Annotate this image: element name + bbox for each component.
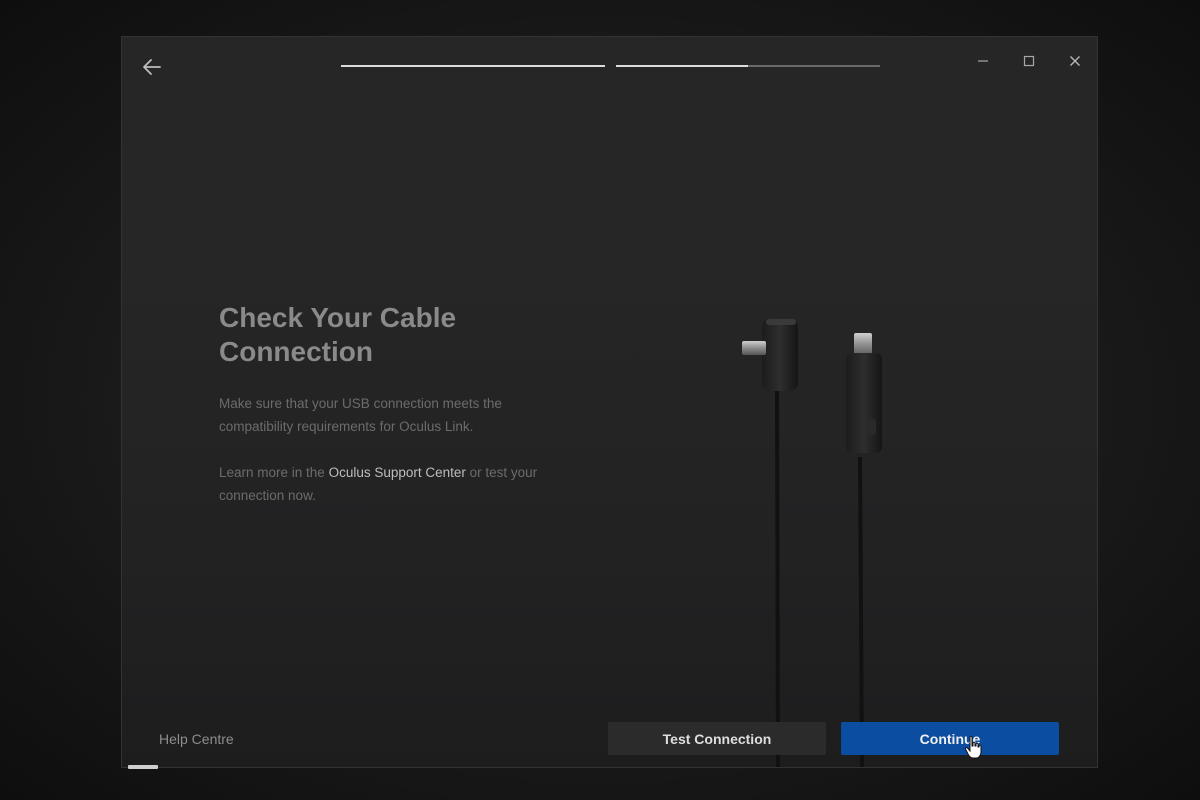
requirements-text: Make sure that your USB connection meets… <box>219 396 502 434</box>
maximize-button[interactable] <box>1014 49 1044 73</box>
oculus-setup-window: Check Your Cable Connection Make sure th… <box>121 36 1098 768</box>
usb-c-cable-illustration <box>742 319 882 767</box>
minimize-button[interactable] <box>968 49 998 73</box>
progress-step-1 <box>341 65 605 67</box>
help-centre-link[interactable]: Help Centre <box>159 731 234 747</box>
progress-step-1-fill <box>341 65 605 67</box>
close-button[interactable] <box>1060 49 1090 73</box>
arrow-left-icon <box>143 59 161 75</box>
continue-button[interactable]: Continue <box>841 722 1059 755</box>
page-title: Check Your Cable Connection <box>219 301 599 369</box>
page-title-line-2: Connection <box>219 336 373 367</box>
hand-pointer-icon <box>964 735 982 759</box>
support-text-prefix: Learn more in the <box>219 465 329 480</box>
test-connection-button[interactable]: Test Connection <box>608 722 826 755</box>
support-center-link[interactable]: Oculus Support Center <box>329 465 466 480</box>
page-title-line-1: Check Your Cable <box>219 302 457 333</box>
taskbar-indicator <box>128 765 158 769</box>
close-icon <box>1070 56 1080 66</box>
progress-step-2-fill <box>616 65 748 67</box>
maximize-icon <box>1023 55 1035 67</box>
support-text: Learn more in the Oculus Support Center … <box>219 461 579 507</box>
minimize-icon <box>978 60 988 62</box>
back-button[interactable] <box>140 55 164 79</box>
progress-step-2 <box>616 65 880 67</box>
